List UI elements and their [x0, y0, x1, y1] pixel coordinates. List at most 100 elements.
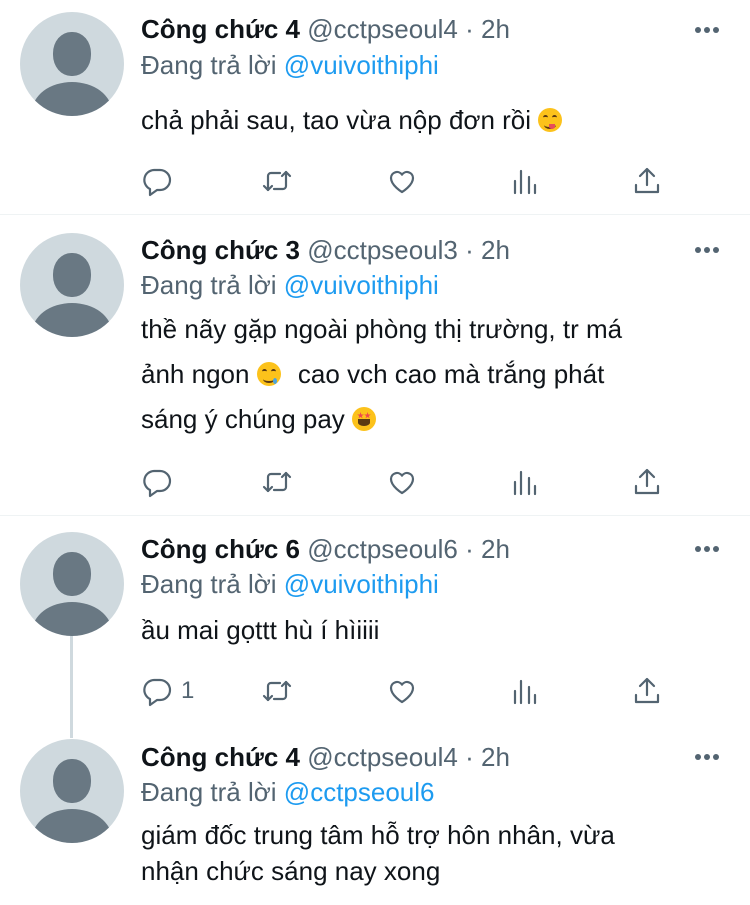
more-icon[interactable]	[692, 742, 722, 772]
tweet-header: Công chức 3 @cctpseoul3 · 2h	[141, 235, 510, 265]
avatar[interactable]	[20, 532, 124, 636]
reply-icon	[143, 469, 172, 498]
stats-icon	[513, 169, 537, 195]
display-name[interactable]: Công chức 4	[141, 742, 300, 772]
share-icon	[634, 468, 660, 495]
replying-to-label: Đang trả lời	[141, 777, 277, 807]
avatar[interactable]	[20, 12, 124, 116]
share-icon	[634, 677, 660, 704]
mention-link[interactable]: @cctpseoul6	[284, 777, 435, 807]
replying-to: Đang trả lời @vuivoithiphi	[141, 569, 439, 599]
stats-button[interactable]	[509, 465, 541, 499]
mention-link[interactable]: @vuivoithiphi	[284, 50, 439, 80]
retweet-icon	[262, 680, 292, 702]
like-button[interactable]	[386, 465, 418, 499]
tweet-text-line: nhận chức sáng nay xong	[141, 856, 441, 886]
face-savoring-food-emoji	[538, 108, 563, 132]
separator-dot: ·	[465, 14, 474, 44]
star-struck-emoji	[352, 407, 377, 431]
drooling-face-emoji	[256, 362, 281, 386]
avatar[interactable]	[20, 233, 124, 337]
user-handle[interactable]: @cctpseoul3	[307, 235, 458, 265]
tweet-text-line: ảnh ngon cao vch cao mà trắng phát	[141, 352, 721, 397]
tweet-3[interactable]: Công chức 6 @cctpseoul6 · 2h Đang trả lờ…	[0, 516, 750, 731]
tweet-actions	[141, 164, 701, 198]
tweet-text-line: chả phải sau, tao vừa nộp đơn rồi	[141, 105, 532, 135]
display-name[interactable]: Công chức 3	[141, 235, 300, 265]
reply-count: 1	[181, 677, 195, 704]
timestamp[interactable]: 2h	[481, 534, 510, 564]
avatar-head-shape	[53, 759, 91, 803]
tweet-text-fragment: cao vch cao mà trắng phát	[297, 359, 605, 389]
avatar-body-shape	[32, 82, 112, 116]
mention-link[interactable]: @vuivoithiphi	[284, 270, 439, 300]
share-button[interactable]	[631, 164, 663, 198]
reply-button[interactable]: 1	[141, 674, 194, 708]
avatar-body-shape	[32, 809, 112, 843]
tweet-header: Công chức 4 @cctpseoul4 · 2h	[141, 14, 510, 44]
tweet-text-line: thề nãy gặp ngoài phòng thị trường, tr m…	[141, 314, 623, 344]
separator-dot: ·	[465, 534, 474, 564]
tweet-text-line: ầu mai gọttt hù í hìiiii	[141, 615, 380, 645]
avatar-head-shape	[53, 253, 91, 297]
timestamp[interactable]: 2h	[481, 14, 510, 44]
stats-icon	[513, 679, 537, 705]
replying-to-label: Đang trả lời	[141, 50, 277, 80]
tweet-text: thề nãy gặp ngoài phòng thị trường, tr m…	[141, 307, 721, 442]
tweet-text: ầu mai gọttt hù í hìiiii	[141, 608, 721, 653]
avatar-head-shape	[53, 32, 91, 76]
avatar[interactable]	[20, 739, 124, 843]
like-button[interactable]	[386, 164, 418, 198]
more-icon[interactable]	[692, 235, 722, 265]
share-icon	[634, 167, 660, 194]
avatar-body-shape	[32, 303, 112, 337]
retweet-icon	[262, 170, 292, 192]
replying-to-label: Đang trả lời	[141, 569, 277, 599]
more-icon[interactable]	[692, 534, 722, 564]
tweet-text: giám đốc trung tâm hỗ trợ hôn nhân, vừa …	[141, 817, 721, 889]
share-button[interactable]	[631, 465, 663, 499]
tweet-text-line: giám đốc trung tâm hỗ trợ hôn nhân, vừa	[141, 820, 615, 850]
reply-button[interactable]	[141, 164, 181, 198]
separator-dot: ·	[465, 235, 474, 265]
like-icon	[389, 471, 415, 495]
share-button[interactable]	[631, 674, 663, 708]
tweet-header: Công chức 6 @cctpseoul6 · 2h	[141, 534, 510, 564]
mention-link[interactable]: @vuivoithiphi	[284, 569, 439, 599]
display-name[interactable]: Công chức 6	[141, 534, 300, 564]
retweet-icon	[262, 471, 292, 493]
stats-icon	[513, 470, 537, 496]
stats-button[interactable]	[509, 164, 541, 198]
tweet-1[interactable]: Công chức 4 @cctpseoul4 · 2h Đang trả lờ…	[0, 0, 750, 215]
like-button[interactable]	[386, 674, 418, 708]
tweet-header: Công chức 4 @cctpseoul4 · 2h	[141, 742, 510, 772]
like-icon	[389, 170, 415, 194]
tweet-2[interactable]: Công chức 3 @cctpseoul3 · 2h Đang trả lờ…	[0, 215, 750, 515]
stats-button[interactable]	[509, 674, 541, 708]
retweet-button[interactable]	[261, 164, 293, 198]
tweet-text-line: sáng ý chúng pay	[141, 397, 721, 442]
user-handle[interactable]: @cctpseoul6	[307, 534, 458, 564]
display-name[interactable]: Công chức 4	[141, 14, 300, 44]
tweet-text-fragment: sáng ý chúng pay	[141, 404, 345, 434]
replying-to: Đang trả lời @cctpseoul6	[141, 777, 435, 807]
retweet-button[interactable]	[261, 674, 293, 708]
like-icon	[389, 680, 415, 704]
reply-button[interactable]	[141, 465, 181, 499]
retweet-button[interactable]	[261, 465, 293, 499]
tweet-4[interactable]: Công chức 4 @cctpseoul4 · 2h Đang trả lờ…	[0, 731, 750, 905]
more-icon[interactable]	[692, 15, 722, 45]
separator-dot: ·	[465, 742, 474, 772]
user-handle[interactable]: @cctpseoul4	[307, 742, 458, 772]
replying-to-label: Đang trả lời	[141, 270, 277, 300]
replying-to: Đang trả lời @vuivoithiphi	[141, 270, 439, 300]
tweet-actions: 1	[141, 674, 701, 708]
tweet-text-fragment: ảnh ngon	[141, 359, 250, 389]
timestamp[interactable]: 2h	[481, 742, 510, 772]
user-handle[interactable]: @cctpseoul4	[307, 14, 458, 44]
reply-icon	[143, 168, 172, 197]
reply-icon	[143, 678, 172, 707]
timestamp[interactable]: 2h	[481, 235, 510, 265]
avatar-body-shape	[32, 602, 112, 636]
replying-to: Đang trả lời @vuivoithiphi	[141, 50, 439, 80]
